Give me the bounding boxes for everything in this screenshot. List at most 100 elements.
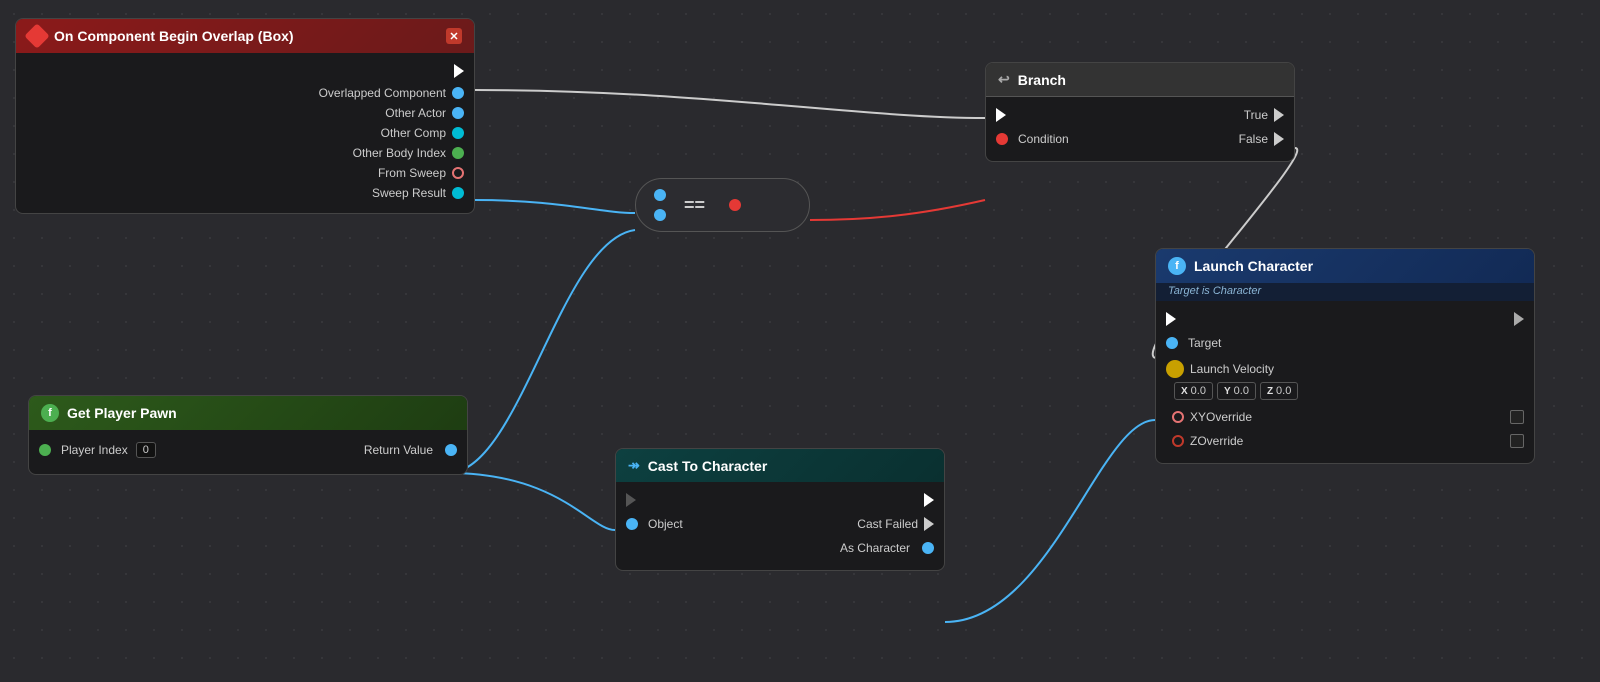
exec-out-row xyxy=(16,59,474,83)
close-button[interactable] xyxy=(446,28,462,44)
pin-sweep-result: Sweep Result xyxy=(16,183,474,203)
other-actor-label: Other Actor xyxy=(385,106,446,120)
player-index-pin[interactable] xyxy=(39,444,51,456)
equal-operator: == xyxy=(676,195,713,216)
node-launch-header: f Launch Character xyxy=(1156,249,1534,283)
node-cast: ↠ Cast To Character Object Cast Failed A… xyxy=(615,448,945,571)
equal-out[interactable] xyxy=(729,199,741,211)
velocity-gold-pin[interactable] xyxy=(1166,360,1184,378)
pin-other-actor: Other Actor xyxy=(16,103,474,123)
diamond-icon xyxy=(24,23,49,48)
x-value: 0.0 xyxy=(1191,385,1206,397)
node-overlap: On Component Begin Overlap (Box) Overlap… xyxy=(15,18,475,214)
cast-arrow-icon: ↠ xyxy=(628,457,640,474)
node-pawn: f Get Player Pawn Player Index 0 Return … xyxy=(28,395,468,475)
true-exec-out[interactable] xyxy=(1274,108,1284,122)
node-branch-header: ↩ Branch xyxy=(986,63,1294,97)
cast-object-label: Object xyxy=(648,517,857,531)
overlapped-component-pin[interactable] xyxy=(452,87,464,99)
z-label: Z xyxy=(1267,386,1273,397)
launch-exec-out[interactable] xyxy=(1514,312,1524,326)
pin-other-body-index: Other Body Index xyxy=(16,143,474,163)
velocity-inputs: X 0.0 Y 0.0 Z 0.0 xyxy=(1174,382,1524,400)
xy-override-checkbox[interactable] xyxy=(1510,410,1524,424)
return-value-pin[interactable] xyxy=(445,444,457,456)
player-index-value[interactable]: 0 xyxy=(136,442,156,458)
node-equal: == xyxy=(635,178,810,232)
node-launch-title: Launch Character xyxy=(1194,258,1313,274)
equal-body: == xyxy=(636,179,809,231)
x-label: X xyxy=(1181,386,1188,397)
pin-from-sweep: From Sweep xyxy=(16,163,474,183)
vel-x-box[interactable]: X 0.0 xyxy=(1174,382,1213,400)
false-exec-out[interactable] xyxy=(1274,132,1284,146)
vel-z-box[interactable]: Z 0.0 xyxy=(1260,382,1298,400)
node-launch-body: Target Launch Velocity X 0.0 Y 0.0 Z 0.0 xyxy=(1156,301,1534,463)
node-pawn-title: Get Player Pawn xyxy=(67,405,177,421)
equal-in-a[interactable] xyxy=(654,189,666,201)
pin-other-comp: Other Comp xyxy=(16,123,474,143)
node-branch: ↩ Branch True Condition False xyxy=(985,62,1295,162)
equal-in-b[interactable] xyxy=(654,209,666,221)
cast-exec-out[interactable] xyxy=(924,493,934,507)
other-comp-pin[interactable] xyxy=(452,127,464,139)
launch-exec-in[interactable] xyxy=(1166,312,1176,326)
cast-exec-in[interactable] xyxy=(626,493,636,507)
xy-override-label: XYOverride xyxy=(1190,410,1510,424)
pin-overlapped-component: Overlapped Component xyxy=(16,83,474,103)
node-branch-title: Branch xyxy=(1018,72,1066,88)
player-index-label: Player Index xyxy=(61,443,128,457)
z-value: 0.0 xyxy=(1276,385,1291,397)
launch-exec-row xyxy=(1156,307,1534,331)
as-character-pin[interactable] xyxy=(922,542,934,554)
launch-target-label: Target xyxy=(1188,336,1221,350)
node-cast-body: Object Cast Failed As Character xyxy=(616,482,944,570)
other-body-index-pin[interactable] xyxy=(452,147,464,159)
from-sweep-label: From Sweep xyxy=(378,166,446,180)
node-cast-header: ↠ Cast To Character xyxy=(616,449,944,482)
exec-out-pin[interactable] xyxy=(454,64,464,78)
node-pawn-body: Player Index 0 Return Value xyxy=(29,430,467,474)
cast-failed-pin[interactable] xyxy=(924,517,934,531)
node-cast-title: Cast To Character xyxy=(648,458,768,474)
other-body-index-label: Other Body Index xyxy=(353,146,446,160)
node-launch: f Launch Character Target is Character T… xyxy=(1155,248,1535,464)
pawn-f-icon: f xyxy=(41,404,59,422)
launch-f-icon: f xyxy=(1168,257,1186,275)
other-comp-label: Other Comp xyxy=(381,126,446,140)
cast-exec-row xyxy=(616,488,944,512)
y-label: Y xyxy=(1224,386,1231,397)
node-pawn-header: f Get Player Pawn xyxy=(29,396,467,430)
z-override-label: ZOverride xyxy=(1190,434,1510,448)
sweep-result-pin[interactable] xyxy=(452,187,464,199)
cast-as-character-row: As Character xyxy=(616,536,944,560)
xy-override-row: XYOverride xyxy=(1156,405,1534,429)
z-override-pin[interactable] xyxy=(1172,435,1184,447)
vel-y-box[interactable]: Y 0.0 xyxy=(1217,382,1256,400)
false-label: False xyxy=(1239,132,1268,146)
node-overlap-header: On Component Begin Overlap (Box) xyxy=(16,19,474,53)
return-value-label: Return Value xyxy=(364,443,433,457)
launch-target-row: Target xyxy=(1156,331,1534,355)
launch-velocity-row: Launch Velocity X 0.0 Y 0.0 Z 0.0 xyxy=(1156,355,1534,405)
branch-icon: ↩ xyxy=(998,71,1010,88)
as-character-label: As Character xyxy=(840,541,910,555)
branch-exec-in[interactable] xyxy=(996,108,1006,122)
cast-object-pin[interactable] xyxy=(626,518,638,530)
launch-target-pin[interactable] xyxy=(1166,337,1178,349)
node-branch-body: True Condition False xyxy=(986,97,1294,161)
true-label: True xyxy=(1244,108,1268,122)
from-sweep-pin[interactable] xyxy=(452,167,464,179)
condition-pin[interactable] xyxy=(996,133,1008,145)
xy-override-pin[interactable] xyxy=(1172,411,1184,423)
cast-failed-label: Cast Failed xyxy=(857,517,918,531)
y-value: 0.0 xyxy=(1234,385,1249,397)
z-override-checkbox[interactable] xyxy=(1510,434,1524,448)
player-index-row: Player Index 0 Return Value xyxy=(29,436,467,464)
sweep-result-label: Sweep Result xyxy=(372,186,446,200)
node-overlap-title: On Component Begin Overlap (Box) xyxy=(54,28,294,44)
other-actor-pin[interactable] xyxy=(452,107,464,119)
condition-label: Condition xyxy=(1018,132,1239,146)
node-launch-subtitle: Target is Character xyxy=(1156,283,1534,301)
z-override-row: ZOverride xyxy=(1156,429,1534,453)
